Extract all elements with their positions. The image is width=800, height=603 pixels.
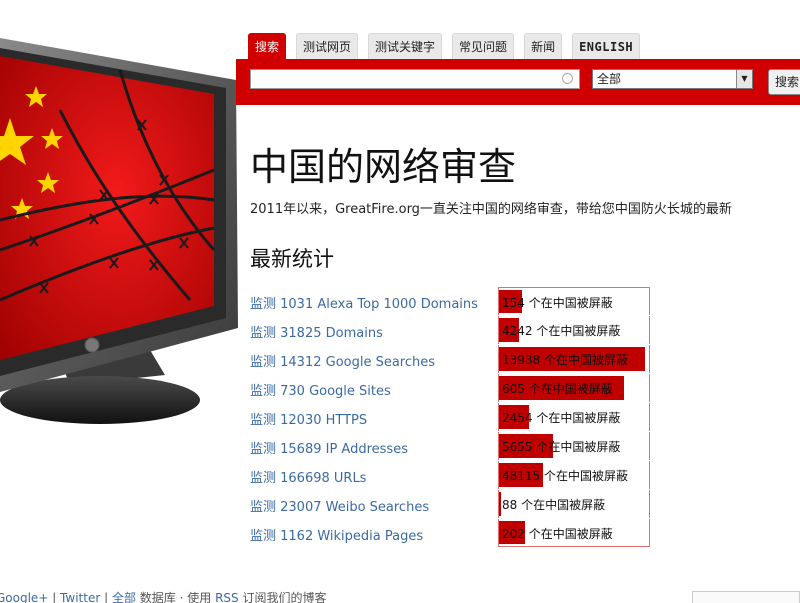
tab-search[interactable]: 搜索 (248, 33, 287, 59)
blocked-count-text: 88 个在中国被屏蔽 (502, 498, 606, 512)
search-button[interactable]: 搜索 (768, 69, 800, 95)
main-nav-tabs: 搜索 测试网页 测试关键字 常见问题 新闻 ENGLISH (248, 33, 641, 59)
blocked-count-text: 154 个在中国被屏蔽 (502, 296, 613, 310)
footer-widget (692, 591, 800, 603)
stats-row-link[interactable]: 监测 12030 HTTPS (250, 409, 496, 428)
stats-row-link[interactable]: 监测 730 Google Sites (250, 380, 496, 399)
blocked-bar-fill (499, 492, 501, 516)
stats-row-link[interactable]: 监测 31825 Domains (250, 322, 496, 341)
blocked-bar: 4242 个在中国被屏蔽 (498, 316, 650, 344)
blocked-count-text: 2454 个在中国被屏蔽 (502, 411, 621, 425)
footer-link-all[interactable]: 全部 (112, 591, 136, 603)
blocked-count-text: 48115 个在中国被屏蔽 (502, 469, 628, 483)
blocked-bar: 202 个在中国被屏蔽 (498, 519, 650, 547)
tab-news[interactable]: 新闻 (524, 33, 563, 59)
page-title: 中国的网络审查 (250, 145, 517, 189)
stats-row-link[interactable]: 监测 14312 Google Searches (250, 351, 496, 370)
blocked-bar: 5655 个在中国被屏蔽 (498, 432, 650, 460)
stats-row-link[interactable]: 监测 23007 Weibo Searches (250, 496, 496, 515)
blocked-count-text: 13938 个在中国被屏蔽 (502, 353, 628, 367)
blocked-count-text: 605 个在中国被屏蔽 (502, 382, 613, 396)
search-input[interactable] (250, 69, 580, 89)
footer-link-googleplus[interactable]: Google+ (0, 591, 48, 603)
tab-english[interactable]: ENGLISH (572, 33, 641, 59)
blocked-bar: 605 个在中国被屏蔽 (498, 374, 650, 402)
intro-text: 2011年以来，GreatFire.org一直关注中国的网络审查，带给您中国防火… (250, 202, 732, 217)
blocked-bar: 48115 个在中国被屏蔽 (498, 461, 650, 489)
tab-test-webpage[interactable]: 测试网页 (296, 33, 359, 59)
footer: Google+ | Twitter | 全部 数据库 · 使用 RSS 订阅我们… (0, 589, 616, 603)
hero-tv-illustration (0, 0, 250, 440)
blocked-bar: 154 个在中国被屏蔽 (498, 287, 650, 315)
footer-text-1: 数据库 · 使用 (139, 591, 212, 603)
tab-faq[interactable]: 常见问题 (452, 33, 515, 59)
stats-row-link[interactable]: 监测 15689 IP Addresses (250, 438, 496, 457)
footer-text-2: 订阅我们的博客 (242, 591, 327, 603)
search-scope-select[interactable]: 全部 ▼ (592, 69, 753, 89)
search-scope-value: 全部 (597, 72, 622, 86)
footer-link-twitter[interactable]: Twitter (60, 591, 100, 603)
stats-row-link[interactable]: 监测 1162 Wikipedia Pages (250, 525, 496, 544)
blocked-bar: 13938 个在中国被屏蔽 (498, 345, 650, 373)
blocked-bar: 2454 个在中国被屏蔽 (498, 403, 650, 431)
tv-illustration-icon (0, 38, 238, 424)
stats-row-link[interactable]: 监测 166698 URLs (250, 467, 496, 486)
blocked-bar: 88 个在中国被屏蔽 (498, 490, 650, 518)
tab-test-keyword[interactable]: 测试关键字 (368, 33, 443, 59)
blocked-count-text: 4242 个在中国被屏蔽 (502, 324, 621, 338)
blocked-count-text: 202 个在中国被屏蔽 (502, 527, 613, 541)
stats-title: 最新统计 (250, 247, 334, 271)
footer-link-rss[interactable]: RSS (215, 591, 239, 603)
search-bar: 全部 ▼ 搜索 (236, 59, 800, 105)
blocked-count-text: 5655 个在中国被屏蔽 (502, 440, 621, 454)
chevron-down-icon: ▼ (736, 70, 752, 88)
stats-row-link[interactable]: 监测 1031 Alexa Top 1000 Domains (250, 293, 496, 312)
clear-circle-icon[interactable] (562, 73, 573, 84)
